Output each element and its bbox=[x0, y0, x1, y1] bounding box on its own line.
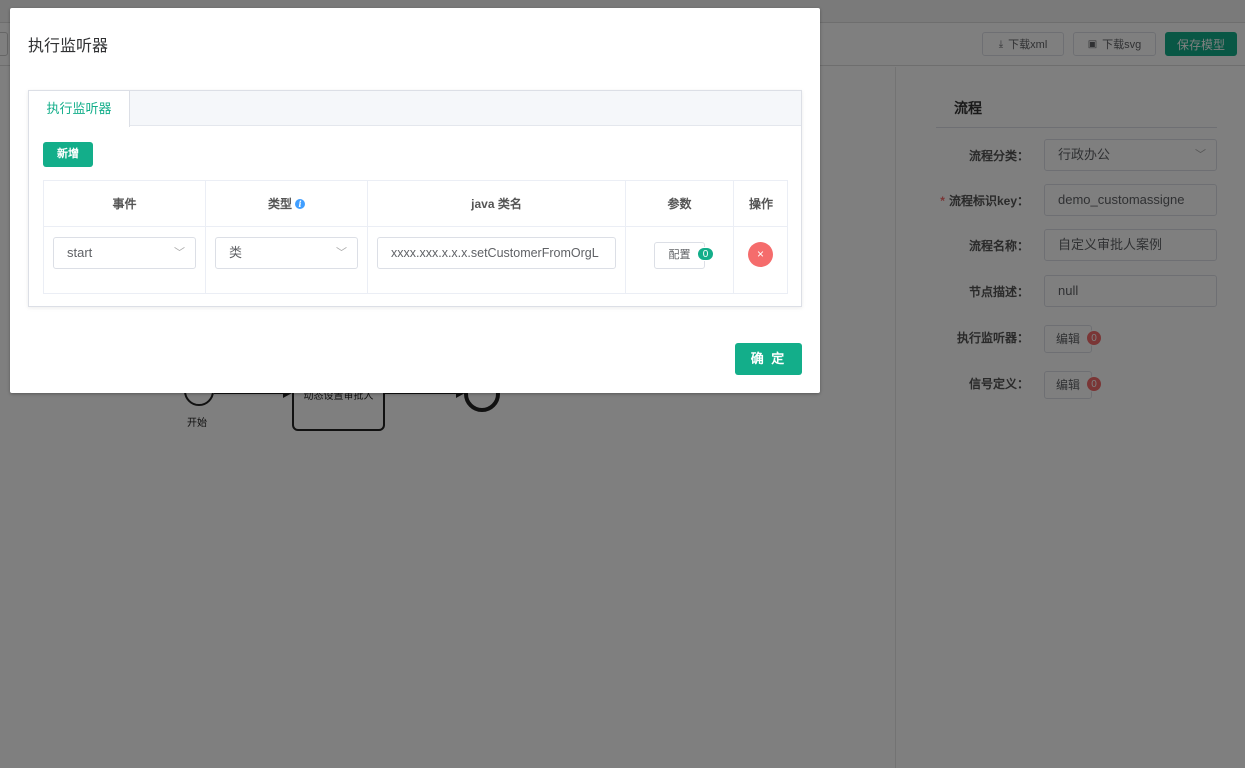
confirm-button[interactable]: 确 定 bbox=[735, 343, 802, 375]
tabs-header bbox=[29, 91, 801, 126]
add-button[interactable]: 新增 bbox=[43, 142, 93, 167]
cell-java-class: xxxx.xxx.x.x.x.setCustomerFromOrgL bbox=[368, 227, 626, 293]
cell-action: × bbox=[734, 227, 788, 293]
event-select[interactable]: start ﹀ bbox=[53, 237, 196, 269]
event-value: start bbox=[67, 245, 93, 260]
header-params: 参数 bbox=[626, 181, 734, 227]
type-value: 类 bbox=[229, 245, 243, 260]
type-select[interactable]: 类 ﹀ bbox=[215, 237, 358, 269]
listener-dialog: 执行监听器 执行监听器 新增 事件 类型 i java 类名 参数 操作 star… bbox=[10, 8, 820, 393]
listener-table: 事件 类型 i java 类名 参数 操作 start ﹀ 类 ﹀ xxxx.x… bbox=[43, 180, 788, 294]
chevron-down-icon: ﹀ bbox=[174, 247, 185, 259]
dialog-title: 执行监听器 bbox=[28, 38, 109, 55]
tabs-card: 执行监听器 新增 事件 类型i java 类名 参数 操作 start ﹀ 类 bbox=[28, 90, 802, 307]
cell-params: 配置 0 bbox=[626, 227, 734, 293]
header-type-label: 类型 bbox=[267, 197, 292, 211]
cell-type: 类 ﹀ bbox=[206, 227, 368, 293]
chevron-down-icon: ﹀ bbox=[336, 247, 347, 259]
delete-button[interactable]: × bbox=[748, 242, 773, 267]
java-class-input[interactable]: xxxx.xxx.x.x.x.setCustomerFromOrgL bbox=[377, 237, 616, 269]
header-java-class: java 类名 bbox=[368, 181, 626, 227]
config-count-badge: 0 bbox=[697, 247, 714, 261]
header-event: 事件 bbox=[44, 181, 206, 227]
header-type: 类型 i bbox=[206, 181, 368, 227]
cell-event: start ﹀ bbox=[44, 227, 206, 293]
info-icon[interactable]: i bbox=[295, 198, 305, 209]
tab-listener[interactable]: 执行监听器 bbox=[29, 91, 130, 127]
header-action: 操作 bbox=[734, 181, 788, 227]
close-icon: × bbox=[756, 247, 764, 261]
